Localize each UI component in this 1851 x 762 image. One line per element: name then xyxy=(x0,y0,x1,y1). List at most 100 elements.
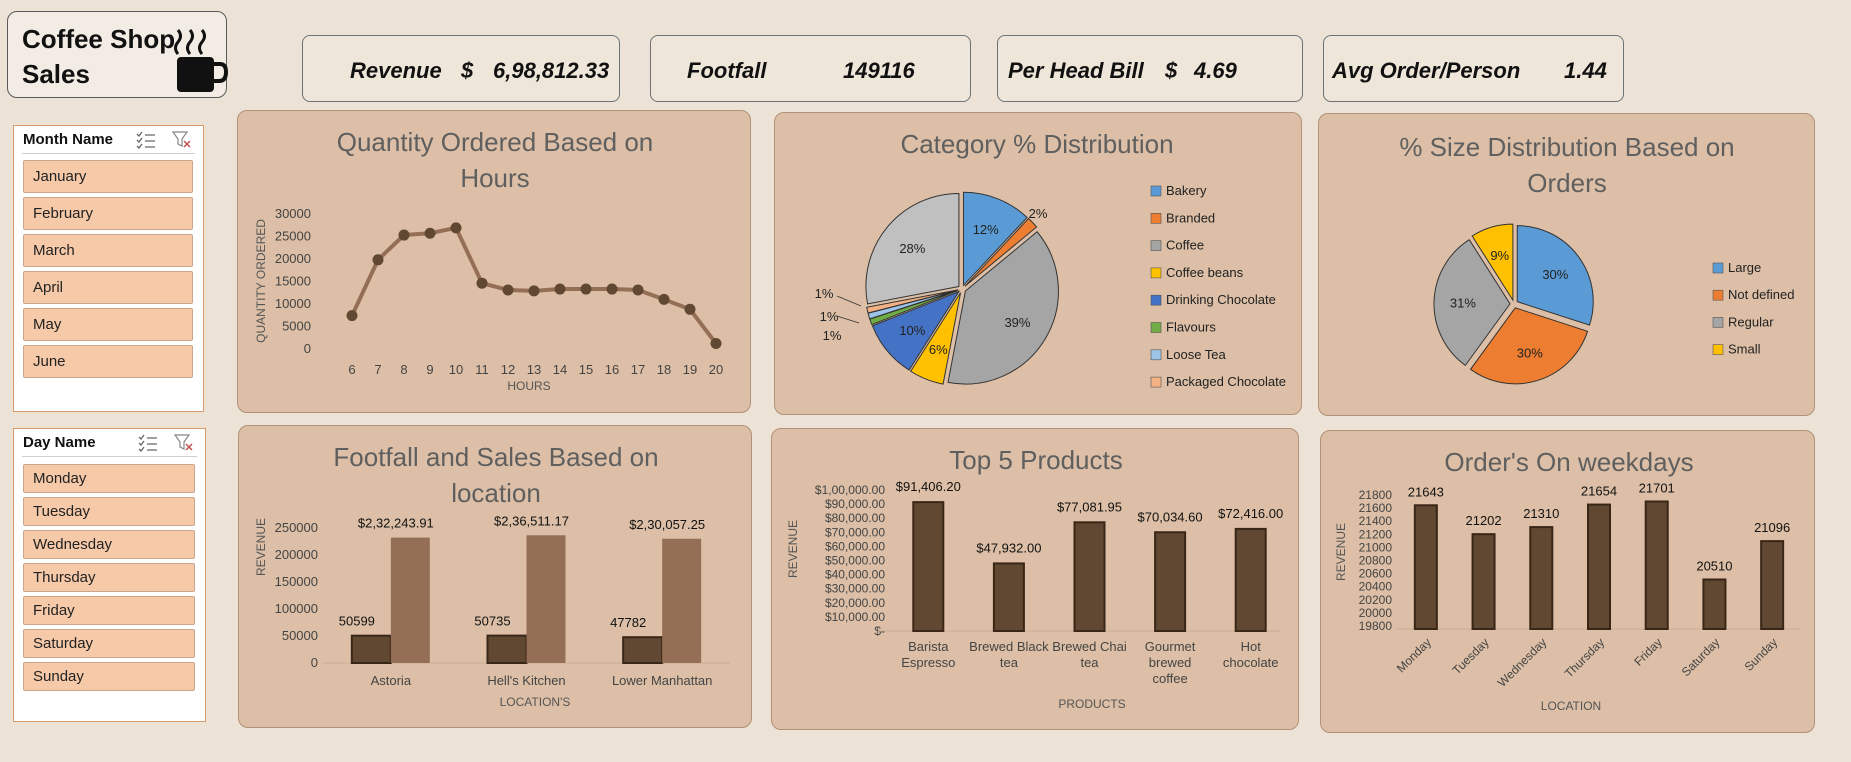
y-tick-label: 15000 xyxy=(275,274,311,289)
y-tick-label: 21200 xyxy=(1359,527,1393,541)
dashboard-title: Coffee Shop Sales xyxy=(22,22,175,92)
legend-label: Not defined xyxy=(1728,287,1795,302)
data-point xyxy=(528,285,540,297)
y-tick-label: 150000 xyxy=(275,574,318,589)
month-slicer-item-march[interactable]: March xyxy=(23,234,193,267)
y-axis-title: REVENUE xyxy=(1334,523,1348,581)
x-tick-label: 11 xyxy=(475,362,489,377)
y-tick-label: 20000 xyxy=(275,251,311,266)
month-slicer-item-june[interactable]: June xyxy=(23,345,193,378)
legend-swatch xyxy=(1712,344,1724,355)
legend-label: Coffee beans xyxy=(1166,265,1244,280)
y-tick-label: $1,00,000.00 xyxy=(815,483,885,497)
data-label: 1% xyxy=(815,286,834,301)
y-axis-title: REVENUE xyxy=(786,520,800,578)
data-label: 2% xyxy=(1029,206,1048,221)
month-slicer-item-may[interactable]: May xyxy=(23,308,193,341)
data-label: $2,36,511.17 xyxy=(494,513,569,528)
coffee-cup-icon xyxy=(174,29,228,92)
data-label: 30% xyxy=(1542,267,1568,282)
legend-label: Bakery xyxy=(1166,183,1207,198)
kpi-per-head-currency: $ xyxy=(1165,58,1178,83)
category-pie-chart: Category % Distribution 12% 2% 39% 6% 10% 1% 1%… xyxy=(815,129,1286,389)
x-tick-label: brewed xyxy=(1149,655,1192,670)
day-slicer: Day Name Monday Tuesday Wednesday Thursday F… xyxy=(13,428,206,722)
bar xyxy=(390,537,430,663)
day-slicer-item-friday[interactable]: Friday xyxy=(23,596,195,625)
data-label: 20510 xyxy=(1696,558,1732,573)
x-tick-label: tea xyxy=(1080,655,1099,670)
x-tick-label: coffee xyxy=(1153,671,1188,686)
title-line-2: Sales xyxy=(22,59,90,89)
chart-title: Top 5 Products xyxy=(949,445,1122,475)
month-slicer-item-april[interactable]: April xyxy=(23,271,193,304)
chart-title: Category % Distribution xyxy=(900,129,1173,159)
y-tick-label: 20800 xyxy=(1359,554,1393,568)
kpi-footfall-label: Footfall xyxy=(687,58,767,83)
data-point xyxy=(346,310,358,322)
data-label: 1% xyxy=(823,328,842,343)
legend-swatch xyxy=(1712,262,1724,274)
data-label: 21701 xyxy=(1639,480,1675,495)
data-label: 21643 xyxy=(1408,484,1444,499)
x-axis-title: PRODUCTS xyxy=(1058,697,1125,711)
month-slicer-title: Month Name xyxy=(23,131,113,148)
bar xyxy=(486,634,528,665)
chart-title: % Size Distribution Based on xyxy=(1399,132,1734,162)
kpi-footfall-card: Footfall 149116 xyxy=(650,35,971,102)
y-axis-title: REVENUE xyxy=(254,518,268,576)
bar xyxy=(1702,578,1727,630)
data-point xyxy=(684,303,696,315)
day-slicer-item-sunday[interactable]: Sunday xyxy=(23,662,195,691)
multi-select-icon[interactable] xyxy=(138,434,158,452)
month-slicer-item-january[interactable]: January xyxy=(23,160,193,193)
day-slicer-item-tuesday[interactable]: Tuesday xyxy=(23,497,195,526)
y-tick-label: 20600 xyxy=(1359,567,1393,581)
data-point xyxy=(632,284,644,296)
day-slicer-item-monday[interactable]: Monday xyxy=(23,464,195,493)
data-point xyxy=(710,338,722,349)
legend-swatch xyxy=(1150,322,1162,333)
x-tick-label: 12 xyxy=(501,362,515,377)
y-tick-label: 250000 xyxy=(275,520,318,535)
y-tick-label: $20,000.00 xyxy=(825,596,885,610)
category-chart-panel: Category % Distribution 12% 2% 39% 6% 10% 1% 1%… xyxy=(774,112,1302,415)
data-label: 21654 xyxy=(1581,484,1617,499)
multi-select-icon[interactable] xyxy=(136,131,156,149)
data-label: 28% xyxy=(899,241,925,256)
x-tick-label: 17 xyxy=(631,362,645,377)
bar xyxy=(1073,521,1106,632)
bar xyxy=(1644,500,1669,630)
data-point xyxy=(554,283,566,295)
y-tick-label: 21400 xyxy=(1359,514,1393,528)
dashboard-title-box: Coffee Shop Sales xyxy=(7,11,228,98)
legend-swatch xyxy=(1150,376,1162,388)
y-tick-label: $50,000.00 xyxy=(825,554,885,568)
clear-filter-icon[interactable] xyxy=(172,131,192,149)
kpi-footfall-value: 149116 xyxy=(843,58,915,83)
kpi-revenue-value: 6,98,812.33 xyxy=(493,58,610,83)
month-slicer-item-february[interactable]: February xyxy=(23,197,193,230)
data-label: 47782 xyxy=(610,615,646,630)
bar xyxy=(1587,503,1611,630)
bar xyxy=(526,535,566,663)
data-label: 50735 xyxy=(474,614,510,629)
day-slicer-item-thursday[interactable]: Thursday xyxy=(23,563,195,592)
legend-swatch xyxy=(1150,349,1162,361)
y-tick-label: $40,000.00 xyxy=(825,568,885,582)
kpi-avg-order-label: Avg Order/Person xyxy=(1332,58,1521,83)
weekdays-bar-chart: Order's On weekdays218002160021400212002… xyxy=(1334,447,1801,713)
x-tick-label: Wednesday xyxy=(1495,635,1550,690)
chart-title: Hours xyxy=(460,163,529,193)
y-tick-label: $30,000.00 xyxy=(825,582,885,596)
day-slicer-item-saturday[interactable]: Saturday xyxy=(23,629,195,658)
bar xyxy=(1413,504,1438,630)
products-bar-chart: Top 5 Products $1,00,000.00$90,000.00$80,… xyxy=(786,445,1283,711)
data-label: $91,406.20 xyxy=(896,479,961,494)
clear-filter-icon[interactable] xyxy=(174,434,194,452)
x-tick-label: 19 xyxy=(683,362,697,377)
data-point xyxy=(372,254,384,266)
day-slicer-item-wednesday[interactable]: Wednesday xyxy=(23,530,195,559)
y-tick-label: $60,000.00 xyxy=(825,539,885,553)
bar xyxy=(350,634,392,665)
